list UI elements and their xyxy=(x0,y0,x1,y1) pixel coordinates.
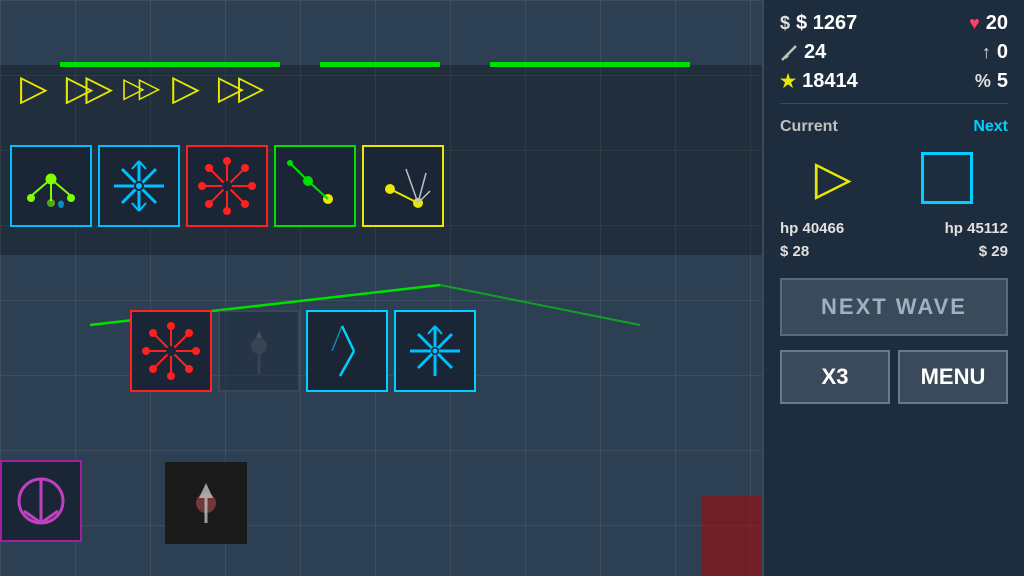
progress-bar-2 xyxy=(320,62,440,67)
hp-row: hp 40466 hp 45112 xyxy=(780,220,1008,237)
tower-lightning[interactable] xyxy=(306,310,388,392)
x3-button[interactable]: X3 xyxy=(780,350,890,404)
tower-poison[interactable] xyxy=(10,145,92,227)
enemy-double-1: ▷▷ xyxy=(66,70,105,106)
game-area: ▷ ▷▷ ▷▷ ▷ ▷▷ xyxy=(0,0,762,576)
enemy-fast: ▷▷ xyxy=(218,71,258,105)
next-label: Next xyxy=(973,118,1008,136)
star-value: 18414 xyxy=(802,70,858,93)
next-hp: hp 45112 xyxy=(945,220,1008,237)
tower-ice[interactable] xyxy=(98,145,180,227)
stat-row-money-hearts: $ $ 1267 ♥ 20 xyxy=(780,12,1008,35)
tower-sniper[interactable] xyxy=(274,145,356,227)
next-cost: $ 29 xyxy=(979,243,1008,260)
cost-row: $ 28 $ 29 xyxy=(780,243,1008,260)
enemy-row: ▷ ▷▷ ▷▷ ▷ ▷▷ xyxy=(20,70,258,106)
current-next-labels: Current Next xyxy=(780,118,1008,136)
tower-peace[interactable] xyxy=(0,460,82,542)
current-enemy-preview: ▷ xyxy=(815,150,852,206)
money-icon: $ xyxy=(780,13,790,34)
stat-row-star-percent: ★ 18414 % 5 xyxy=(780,70,1008,93)
tower-burst-1[interactable] xyxy=(186,145,268,227)
tower-row-2 xyxy=(130,310,476,392)
tower-up-arrow[interactable] xyxy=(165,462,247,544)
tower-row-3 xyxy=(0,460,82,542)
tower-ice-2[interactable] xyxy=(394,310,476,392)
menu-button[interactable]: MENU xyxy=(898,350,1008,404)
star-icon: ★ xyxy=(780,71,796,92)
money-value: $ 1267 xyxy=(796,12,857,35)
progress-bar-3 xyxy=(490,62,690,67)
tower-row-1 xyxy=(10,145,444,227)
tower-arrow[interactable] xyxy=(362,145,444,227)
sword-value: 24 xyxy=(804,41,826,64)
enemy-single-1: ▷ xyxy=(20,70,48,106)
current-hp: hp 40466 xyxy=(780,220,844,237)
percent-icon: % xyxy=(975,71,991,92)
tower-burst-2[interactable] xyxy=(130,310,212,392)
stat-row-sword-up: 24 ↑ 0 xyxy=(780,41,1008,64)
enemy-single-2: ▷ xyxy=(172,70,200,106)
hearts-value: 20 xyxy=(986,12,1008,35)
heart-icon: ♥ xyxy=(969,13,980,34)
enemy-preview-row: ▷ xyxy=(780,150,1008,206)
bottom-buttons: X3 MENU xyxy=(780,350,1008,404)
current-label: Current xyxy=(780,118,838,136)
current-cost: $ 28 xyxy=(780,243,809,260)
next-enemy-preview xyxy=(921,152,973,204)
enemy-double-2: ▷▷ xyxy=(123,74,154,102)
divider-1 xyxy=(780,103,1008,104)
up-value: 0 xyxy=(997,41,1008,64)
tower-empty[interactable] xyxy=(218,310,300,392)
percent-value: 5 xyxy=(997,70,1008,93)
sword-icon xyxy=(780,44,798,62)
side-panel: $ $ 1267 ♥ 20 24 ↑ 0 ★ 18414 % 5 xyxy=(762,0,1024,576)
up-icon: ↑ xyxy=(982,42,991,63)
red-block xyxy=(702,496,762,576)
next-wave-button[interactable]: NEXT WAVE xyxy=(780,278,1008,336)
